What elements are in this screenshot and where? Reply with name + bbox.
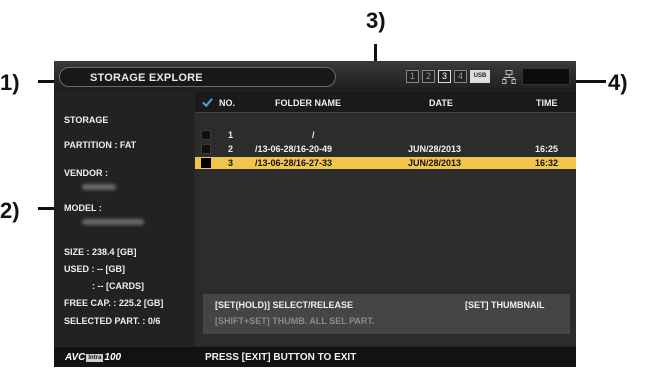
table-row[interactable]: 2 /13-06-28/16-20-49 JUN/28/2013 16:25 [195, 143, 576, 155]
row-no: 2 [228, 144, 234, 154]
storage-explore-screen: STORAGE EXPLORE 1 2 3 4 USB STORAGE PART… [54, 61, 576, 367]
used-info: USED : -- [GB] [64, 264, 125, 274]
slot-2-icon: 2 [422, 70, 435, 83]
column-header-folder-name: FOLDER NAME [275, 98, 341, 108]
callout-4: 4) [608, 70, 628, 95]
model-value-blurred [82, 219, 144, 225]
folder-list-panel: NO. FOLDER NAME DATE TIME 1 / 2 /13-06-2… [195, 92, 576, 346]
size-info: SIZE : 238.4 [GB] [64, 247, 137, 257]
free-capacity-info: FREE CAP. : 225.2 [GB] [64, 298, 164, 308]
help-shift-thumbnail: [SHIFT+SET] THUMB. ALL SEL PART. [215, 316, 375, 326]
usb-icon: USB [470, 70, 490, 83]
partition-info: PARTITION : FAT [64, 140, 137, 150]
network-icon [502, 70, 516, 84]
help-select-release: [SET(HOLD)] SELECT/RELEASE [215, 300, 354, 310]
row-no: 3 [228, 158, 234, 168]
card-slot-indicators: 1 2 3 4 USB [406, 70, 490, 83]
vendor-value-blurred [82, 184, 116, 190]
callout-1: 1) [0, 70, 20, 95]
slot-1-icon: 1 [406, 70, 419, 83]
checkmark-icon[interactable] [202, 97, 213, 108]
column-header-no: NO. [219, 98, 236, 108]
row-folder-name: /13-06-28/16-20-49 [255, 144, 333, 154]
slot-4-icon: 4 [454, 70, 467, 83]
storage-info-panel: STORAGE PARTITION : FAT VENDOR : MODEL :… [54, 92, 194, 346]
title-bar: STORAGE EXPLORE 1 2 3 4 USB [54, 61, 576, 91]
row-folder-name: / [312, 130, 315, 140]
avc-intra-logo: AVC Intra 100 [65, 352, 121, 363]
row-checkbox[interactable] [201, 144, 211, 154]
exit-instruction: PRESS [EXIT] BUTTON TO EXIT [205, 352, 357, 363]
storage-heading: STORAGE [64, 115, 109, 125]
logo-badge: Intra [86, 353, 104, 362]
row-date: JUN/28/2013 [408, 158, 462, 168]
callout-2: 2) [0, 198, 20, 223]
row-time: 16:32 [535, 158, 559, 168]
column-header-time: TIME [536, 98, 558, 108]
row-date: JUN/28/2013 [408, 144, 462, 154]
selected-partitions-info: SELECTED PART. : 0/6 [64, 316, 161, 326]
model-label: MODEL : [64, 203, 102, 213]
logo-number: 100 [104, 352, 122, 363]
logo-avc-text: AVC [65, 352, 86, 363]
cards-info: : -- [CARDS] [92, 281, 144, 291]
callout-3: 3) [366, 8, 386, 33]
row-checkbox[interactable] [201, 158, 211, 168]
help-thumbnail: [SET] THUMBNAIL [465, 300, 545, 310]
row-no: 1 [228, 130, 234, 140]
table-row[interactable]: 1 / [195, 129, 576, 141]
window-title: STORAGE EXPLORE [90, 72, 203, 84]
vendor-label: VENDOR : [64, 168, 109, 178]
table-row-selected[interactable]: 3 /13-06-28/16-27-33 JUN/28/2013 16:32 [195, 157, 576, 169]
table-header: NO. FOLDER NAME DATE TIME [195, 92, 576, 113]
row-time: 16:25 [535, 144, 559, 154]
help-box: [SET(HOLD)] SELECT/RELEASE [SET] THUMBNA… [203, 294, 570, 334]
status-display-box [522, 68, 570, 85]
bottom-bar: AVC Intra 100 PRESS [EXIT] BUTTON TO EXI… [54, 347, 576, 367]
column-header-date: DATE [429, 98, 453, 108]
row-checkbox[interactable] [201, 130, 211, 140]
row-folder-name: /13-06-28/16-27-33 [255, 158, 333, 168]
slot-3-icon: 3 [438, 70, 451, 83]
